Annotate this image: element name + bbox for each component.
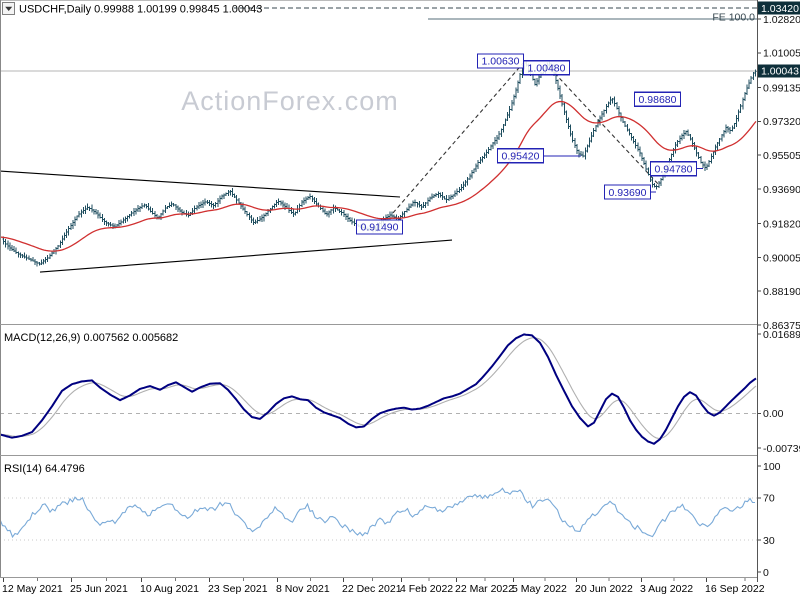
- price-axis-label: 0.93690: [763, 184, 800, 196]
- date-label: 4 Feb 2022: [400, 583, 453, 595]
- date-label: 12 May 2021: [2, 583, 63, 595]
- price-axis-label: 0.97320: [763, 116, 800, 128]
- price-axis-label: 30: [763, 535, 775, 547]
- price-axis-label: 1.01005: [763, 48, 800, 60]
- date-label: 10 Aug 2021: [140, 583, 199, 595]
- trading-chart: ActionForex.com 1.00630 1.00480 0.98680 0.9…: [0, 0, 800, 600]
- macd-indicator-label: MACD(12,26,9) 0.007562 0.005682: [4, 332, 178, 344]
- price-annotation: 1.00630: [476, 53, 525, 69]
- price-axis-label: 100: [763, 461, 781, 473]
- date-label: 5 May 2022: [512, 583, 567, 595]
- date-label: 22 Dec 2021: [342, 583, 402, 595]
- rsi-indicator-label: RSI(14) 64.4796: [4, 463, 85, 475]
- watermark: ActionForex.com: [181, 86, 399, 116]
- price-axis-label: 70: [763, 493, 775, 505]
- price-axis-label: 1.02820: [763, 14, 800, 26]
- symbol-quote-title: USDCHF,Daily 0.99988 1.00199 0.99845 1.0…: [19, 4, 262, 16]
- date-label: 22 Mar 2022: [455, 583, 514, 595]
- date-label: 8 Nov 2021: [276, 583, 330, 595]
- price-annotation: 1.00480: [522, 60, 571, 76]
- price-annotation: 0.93690: [603, 184, 656, 200]
- date-label: 25 Jun 2021: [70, 583, 128, 595]
- chart-background: [0, 0, 800, 600]
- price-axis-label: 0.00: [763, 408, 784, 420]
- annotation-price-text: 0.93690: [609, 187, 647, 199]
- annotation-price-text: 0.95420: [502, 151, 540, 163]
- date-label: 16 Sep 2022: [705, 583, 765, 595]
- annotation-price-text: 1.00480: [528, 63, 566, 75]
- price-axis-label: 0.016893: [763, 329, 800, 341]
- annotation-price-text: 0.98680: [639, 94, 677, 106]
- price-axis-label: 0.95505: [763, 150, 800, 162]
- price-annotation: 0.94780: [649, 161, 703, 177]
- date-label: 23 Sep 2021: [208, 583, 268, 595]
- price-axis-label: -0.007393: [763, 443, 800, 455]
- price-axis-label: 0.99135: [763, 83, 800, 95]
- price-axis-label: 0.90005: [763, 252, 800, 264]
- annotation-price-text: 1.00630: [482, 56, 520, 68]
- fibonacci-extension-label: FE 100.0: [712, 12, 755, 24]
- timeframe-dropdown[interactable]: [2, 2, 15, 15]
- price-axis-label: 0: [763, 567, 769, 579]
- price-annotation: 0.98680: [633, 91, 682, 107]
- forex-chart-window: ActionForex.com 1.00630 1.00480 0.98680 0.9…: [0, 0, 800, 600]
- price-axis-label: 0.91820: [763, 219, 800, 231]
- price-annotation: 0.91490: [355, 219, 404, 235]
- annotation-price-text: 0.91490: [361, 222, 399, 234]
- date-label: 3 Aug 2022: [640, 583, 693, 595]
- price-axis-label: 0.88190: [763, 286, 800, 298]
- annotation-price-text: 0.94780: [655, 164, 693, 176]
- price-axis-badge-text: 1.03420: [761, 3, 799, 15]
- date-label: 20 Jun 2022: [575, 583, 633, 595]
- price-axis-badge-text: 1.00043: [761, 66, 799, 78]
